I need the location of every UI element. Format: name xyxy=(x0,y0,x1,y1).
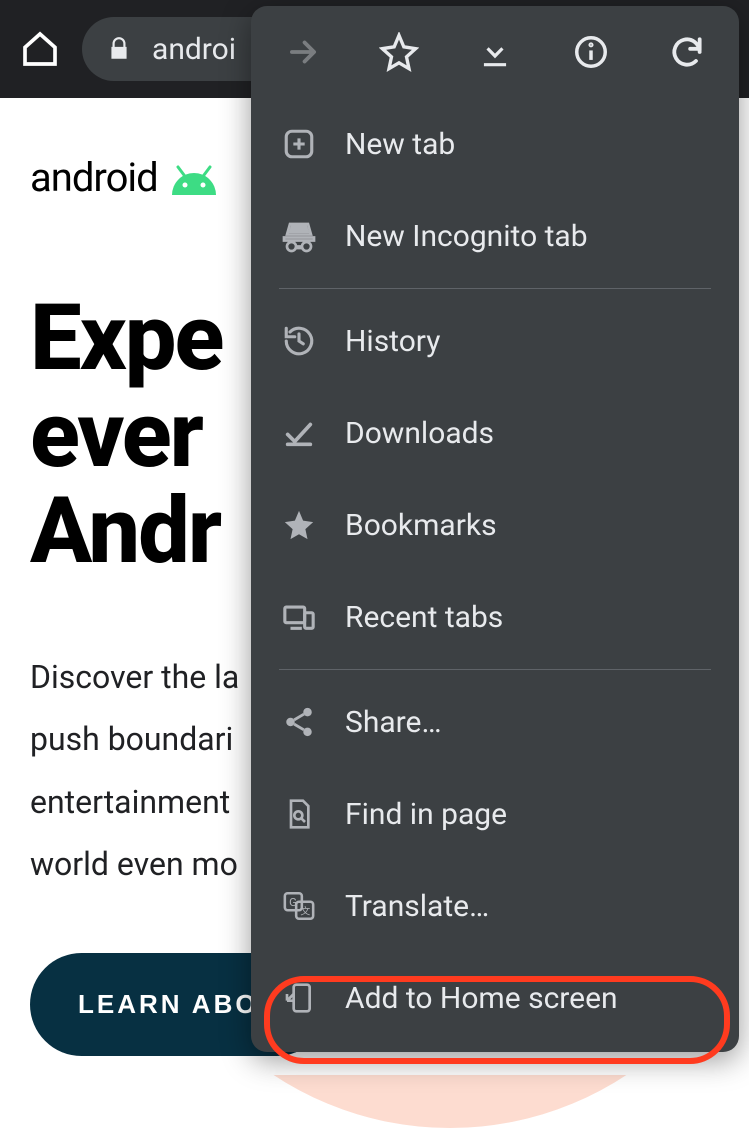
menu-item-translate[interactable]: G文 Translate… xyxy=(251,860,739,952)
share-icon xyxy=(281,704,317,740)
lock-icon xyxy=(106,34,132,64)
menu-item-bookmarks[interactable]: Bookmarks xyxy=(251,479,739,571)
download-icon xyxy=(476,33,514,71)
menu-item-add-to-home[interactable]: Add to Home screen xyxy=(251,952,739,1044)
plus-box-icon xyxy=(281,126,317,162)
checkmark-icon xyxy=(281,415,317,451)
home-icon xyxy=(20,29,60,69)
star-outline-icon xyxy=(379,32,419,72)
android-robot-icon xyxy=(168,163,218,193)
menu-divider xyxy=(279,669,711,670)
menu-toolbar-row xyxy=(251,6,739,98)
forward-button[interactable] xyxy=(281,30,325,74)
arrow-forward-icon xyxy=(284,33,322,71)
menu-label: Find in page xyxy=(345,797,507,832)
menu-label: New Incognito tab xyxy=(345,219,588,254)
reload-button[interactable] xyxy=(665,30,709,74)
menu-item-find-in-page[interactable]: Find in page xyxy=(251,768,739,860)
page-info-button[interactable] xyxy=(569,30,613,74)
svg-text:文: 文 xyxy=(300,905,310,918)
find-in-page-icon xyxy=(281,796,317,832)
menu-label: Downloads xyxy=(345,416,494,451)
devices-icon xyxy=(281,599,317,635)
menu-label: Add to Home screen xyxy=(345,981,618,1016)
menu-item-new-tab[interactable]: New tab xyxy=(251,98,739,190)
menu-label: History xyxy=(345,324,440,359)
translate-icon: G文 xyxy=(281,888,317,924)
menu-item-recent-tabs[interactable]: Recent tabs xyxy=(251,571,739,663)
menu-label: Bookmarks xyxy=(345,508,497,543)
bookmark-star-button[interactable] xyxy=(377,30,421,74)
refresh-icon xyxy=(668,33,706,71)
menu-list: New tab New Incognito tab History Downlo… xyxy=(251,98,739,1044)
home-button[interactable] xyxy=(18,27,62,71)
browser-menu: New tab New Incognito tab History Downlo… xyxy=(251,6,739,1052)
menu-label: Share… xyxy=(345,705,442,740)
download-button[interactable] xyxy=(473,30,517,74)
menu-label: Translate… xyxy=(345,889,489,924)
add-to-home-icon xyxy=(281,980,317,1016)
url-text: androi xyxy=(152,32,236,67)
info-icon xyxy=(572,33,610,71)
incognito-icon xyxy=(281,218,317,254)
menu-item-incognito[interactable]: New Incognito tab xyxy=(251,190,739,282)
menu-label: Recent tabs xyxy=(345,600,503,635)
menu-item-downloads[interactable]: Downloads xyxy=(251,387,739,479)
menu-item-history[interactable]: History xyxy=(251,295,739,387)
menu-label: New tab xyxy=(345,127,455,162)
android-wordmark: android xyxy=(30,154,158,201)
history-icon xyxy=(281,323,317,359)
menu-item-share[interactable]: Share… xyxy=(251,676,739,768)
menu-divider xyxy=(279,288,711,289)
star-icon xyxy=(281,507,317,543)
svg-text:G: G xyxy=(289,895,297,909)
